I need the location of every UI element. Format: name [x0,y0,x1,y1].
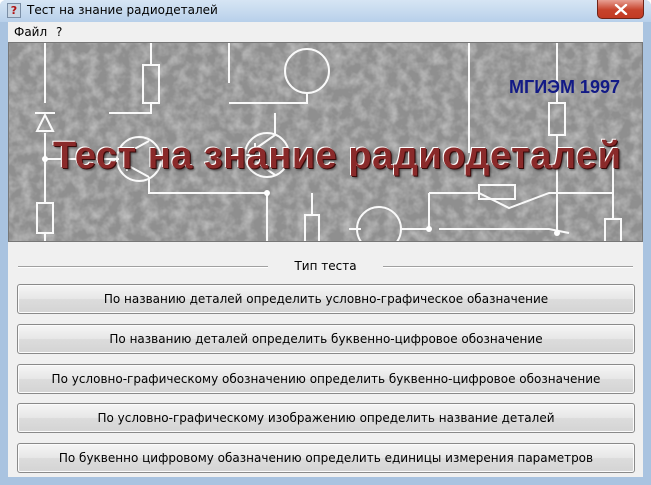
close-button[interactable] [597,0,644,19]
banner-title: Тест на знание радиодеталей [53,135,622,177]
banner-image: МГИЭМ 1997 Тест на знание радиодеталей [8,42,643,242]
test-type-button-3[interactable]: По условно-графическому обозначению опре… [17,364,635,394]
test-type-group: Тип теста [18,259,633,273]
question-icon: ? [7,3,21,18]
org-label: МГИЭМ 1997 [509,77,620,97]
test-type-button-2[interactable]: По названию деталей определить буквенно-… [17,324,635,354]
group-label: Тип теста [294,259,357,273]
menu-bar: Файл ? [8,22,643,41]
window-title: Тест на знание радиодеталей [27,3,218,17]
test-type-button-1[interactable]: По названию деталей определить условно-г… [17,284,635,314]
test-type-button-5[interactable]: По буквенно цифровому обазначению опреде… [17,443,635,473]
test-type-button-4[interactable]: По условно-графическому изображению опре… [17,403,635,433]
close-icon [614,4,628,15]
title-bar[interactable]: ? Тест на знание радиодеталей [0,0,651,22]
client-area: Файл ? МГИЭМ 1997 Тест на знание радиоде… [8,22,643,477]
menu-help[interactable]: ? [56,25,62,39]
menu-file[interactable]: Файл [14,25,47,39]
app-window: ? Тест на знание радиодеталей Файл ? МГИ… [0,0,651,485]
